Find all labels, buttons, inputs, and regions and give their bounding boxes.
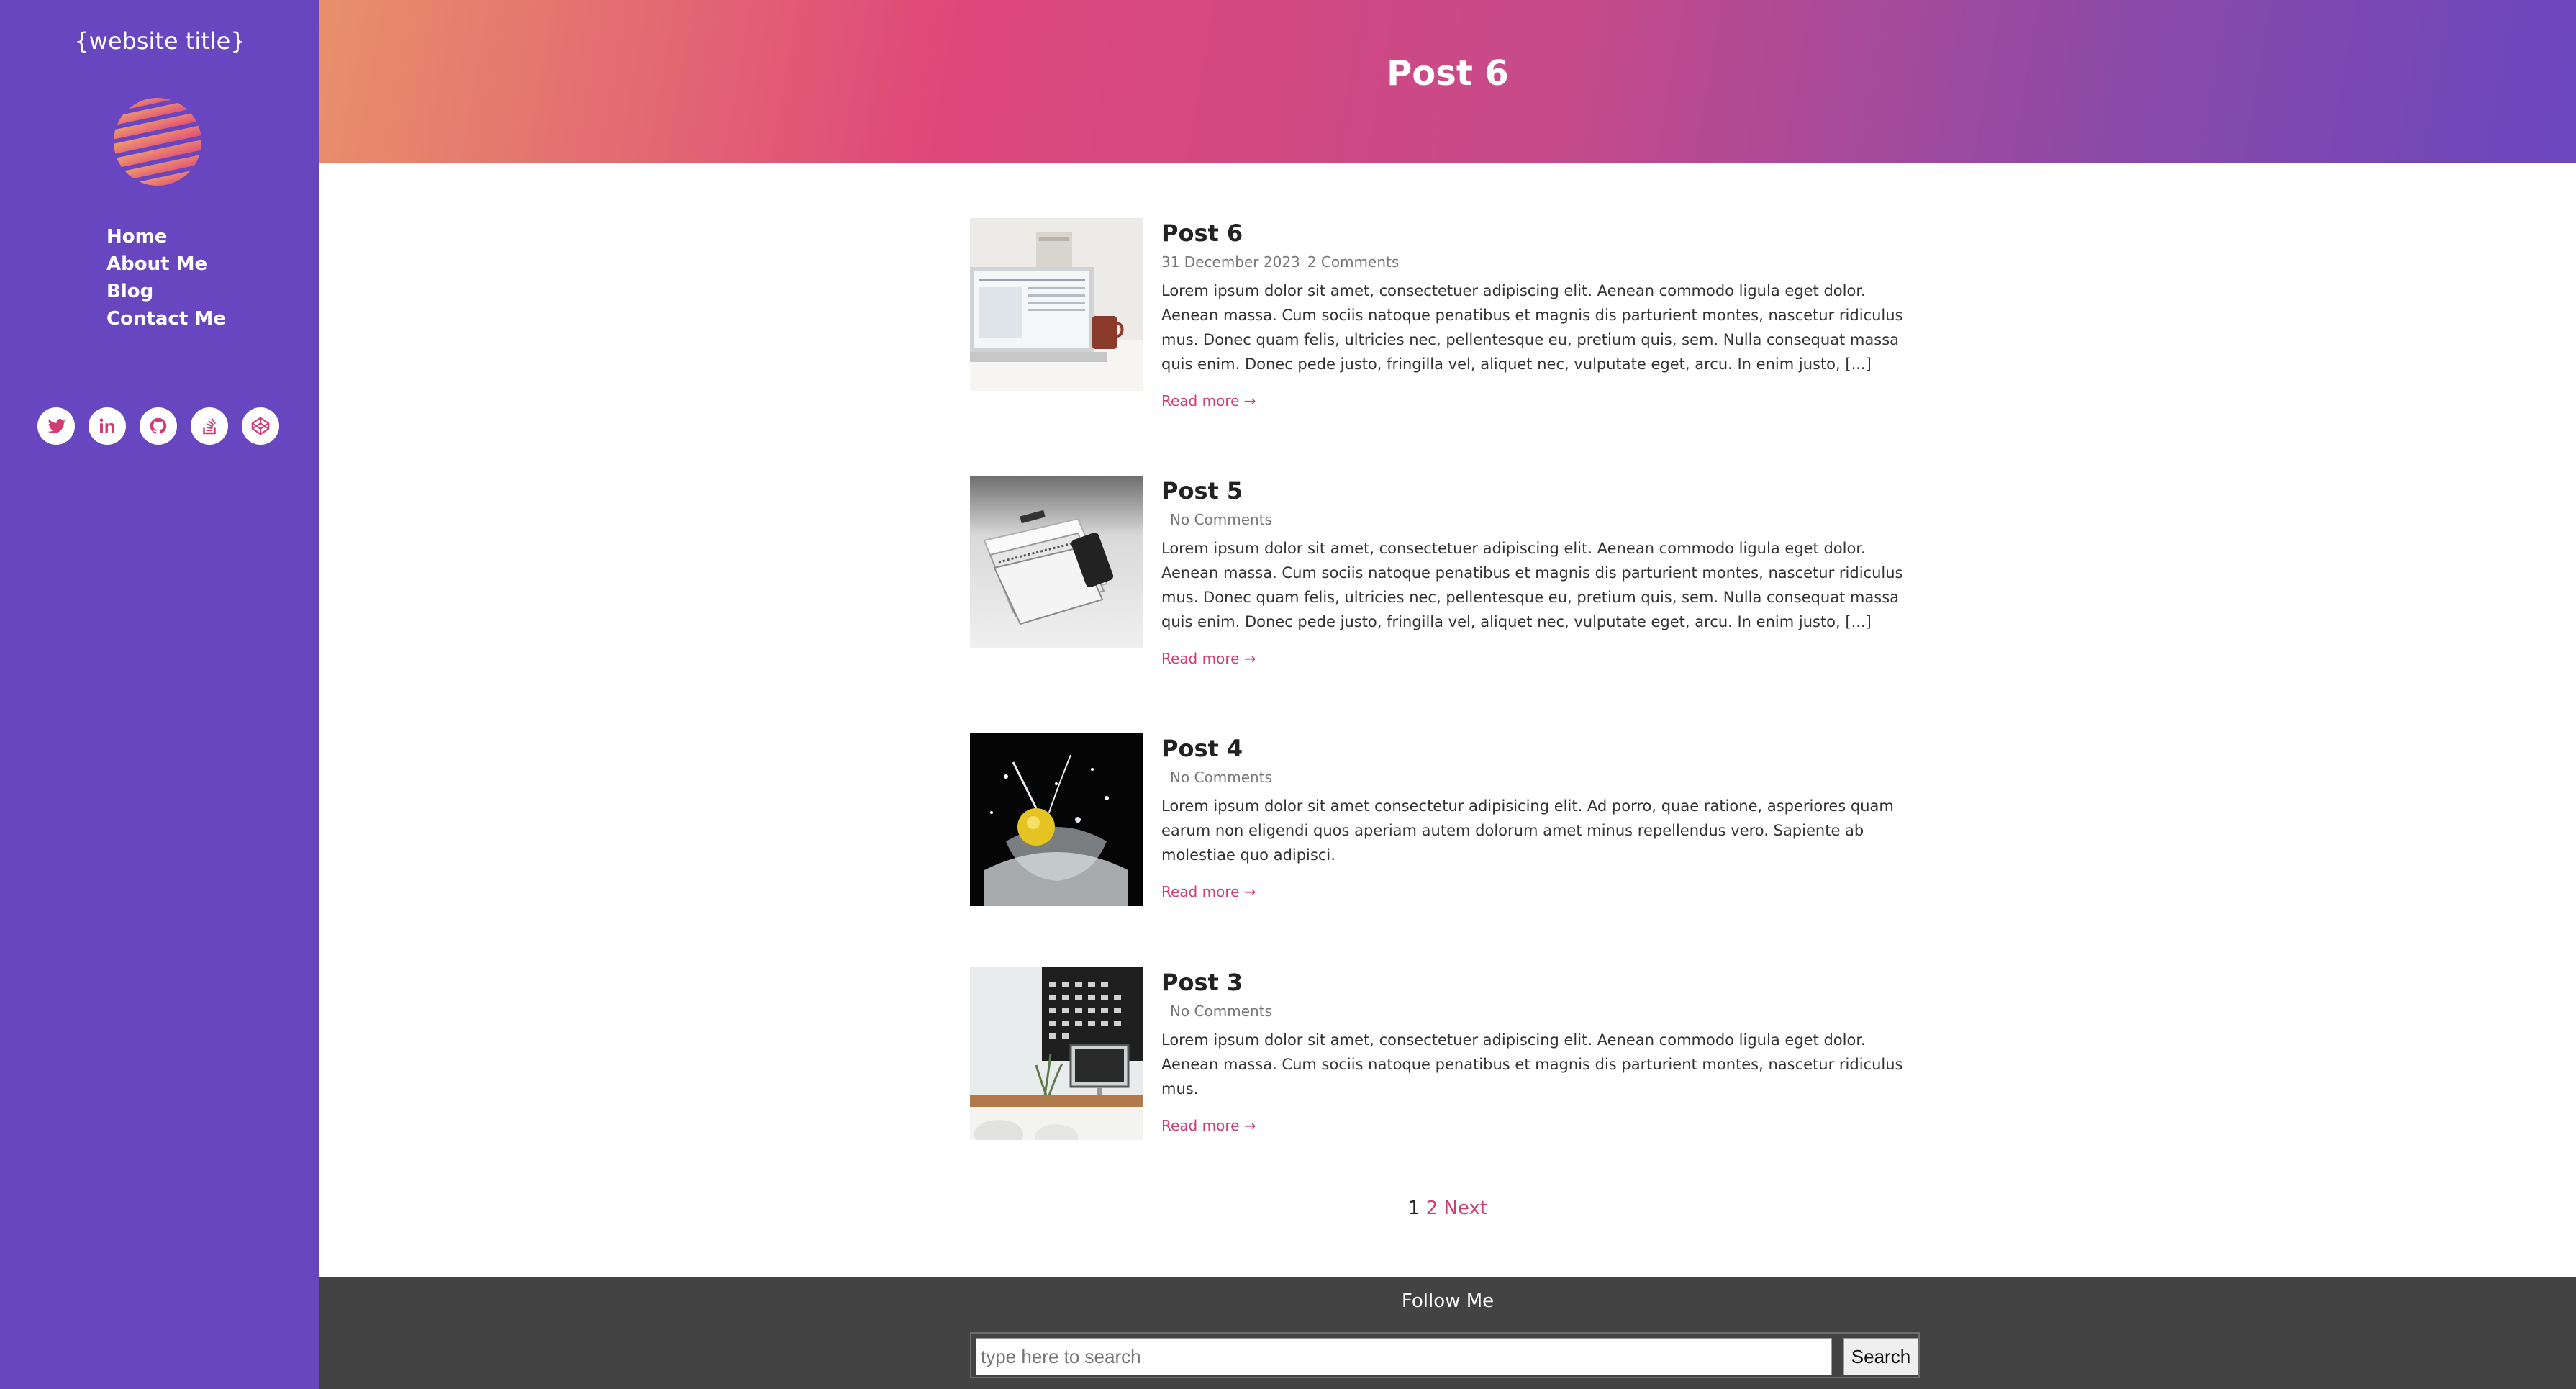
post-body: Post 6 31 December 2023 2 Comments Lorem … <box>1161 218 1927 410</box>
post-excerpt: Lorem ipsum dolor sit amet, consectetuer… <box>1161 282 1903 373</box>
read-more-link[interactable]: Read more → <box>1161 883 1256 900</box>
nav-blog[interactable]: Blog <box>106 278 226 305</box>
read-more-link[interactable]: Read more → <box>1161 650 1256 667</box>
page-title: Post 6 <box>1387 53 1509 94</box>
post-date[interactable]: 31 December 2023 <box>1161 253 1300 271</box>
post-excerpt: Lorem ipsum dolor sit amet, consectetuer… <box>1161 540 1903 630</box>
search-input[interactable] <box>976 1338 1832 1375</box>
nav-home[interactable]: Home <box>106 223 226 250</box>
sidebar: {website title} Home About Me Blog Conta… <box>0 0 319 1389</box>
main-nav: Home About Me Blog Contact Me <box>106 223 226 332</box>
read-more-link[interactable]: Read more → <box>1161 1117 1256 1134</box>
stackoverflow-icon[interactable] <box>191 407 228 445</box>
site-logo[interactable] <box>112 96 203 187</box>
post-comments[interactable]: 2 Comments <box>1307 253 1400 271</box>
post-comments[interactable]: No Comments <box>1161 1003 1272 1020</box>
post-body: Post 4 No Comments Lorem ipsum dolor sit… <box>1161 733 1927 900</box>
post-thumbnail[interactable] <box>970 476 1143 648</box>
post-meta: No Comments <box>1161 1002 1927 1021</box>
pagination: 1 2 Next <box>319 1198 2576 1219</box>
post-title[interactable]: Post 4 <box>1161 733 1927 762</box>
post-meta: No Comments <box>1161 510 1927 529</box>
page-current: 1 <box>1407 1198 1420 1219</box>
nav-about-me[interactable]: About Me <box>106 250 226 278</box>
post-excerpt: Lorem ipsum dolor sit amet, consectetuer… <box>1161 1031 1903 1098</box>
post-meta: No Comments <box>1161 768 1927 787</box>
nav-contact-me[interactable]: Contact Me <box>106 305 226 332</box>
post-thumbnail[interactable] <box>970 218 1143 391</box>
post-thumbnail[interactable] <box>970 967 1143 1140</box>
post-excerpt: Lorem ipsum dolor sit amet consectetur a… <box>1161 797 1894 864</box>
post-title[interactable]: Post 5 <box>1161 476 1927 505</box>
search-form: Search <box>970 1332 1920 1378</box>
post-title[interactable]: Post 6 <box>1161 218 1927 247</box>
post-comments[interactable]: No Comments <box>1161 769 1272 786</box>
post-body: Post 5 No Comments Lorem ipsum dolor sit… <box>1161 476 1927 667</box>
site-title[interactable]: {website title} <box>0 27 319 55</box>
header-banner: Post 6 <box>319 0 2576 163</box>
twitter-icon[interactable] <box>37 407 75 445</box>
search-button[interactable]: Search <box>1843 1338 1918 1375</box>
post-body: Post 3 No Comments Lorem ipsum dolor sit… <box>1161 967 1927 1134</box>
codepen-icon[interactable] <box>242 407 279 445</box>
post-title[interactable]: Post 3 <box>1161 967 1927 996</box>
post-thumbnail[interactable] <box>970 733 1143 906</box>
page-next-link[interactable]: Next <box>1444 1198 1488 1219</box>
github-icon[interactable] <box>140 407 177 445</box>
follow-me-heading: Follow Me <box>1401 1290 1495 1312</box>
read-more-link[interactable]: Read more → <box>1161 392 1256 410</box>
linkedin-icon[interactable] <box>89 407 126 445</box>
post-meta: 31 December 2023 2 Comments <box>1161 253 1927 271</box>
footer: Follow Me Search <box>319 1277 2576 1389</box>
post-comments[interactable]: No Comments <box>1161 511 1272 528</box>
page-2-link[interactable]: 2 <box>1426 1198 1438 1219</box>
